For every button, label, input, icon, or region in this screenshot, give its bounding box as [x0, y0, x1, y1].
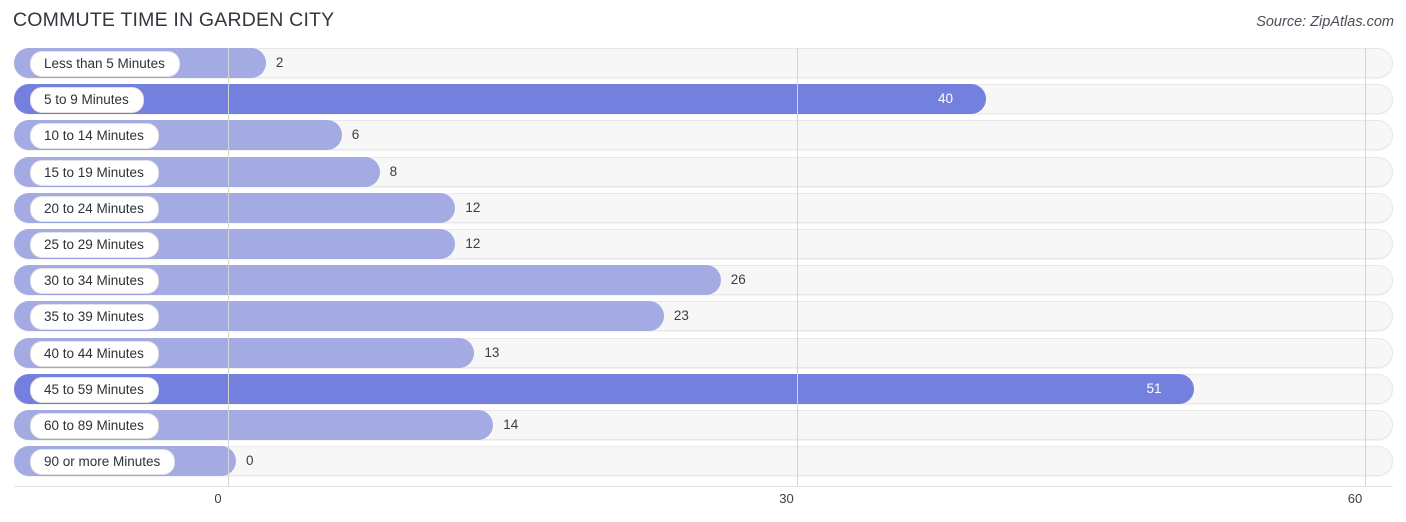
bar-value-label: 2 [275, 55, 284, 70]
bar-value-label: 23 [673, 308, 689, 324]
bar-row[interactable]: 15 to 19 Minutes 8 [0, 156, 1406, 187]
bar-value-label: 13 [484, 344, 500, 360]
bar-category-label: 35 to 39 Minutes [30, 304, 159, 331]
bar-row[interactable]: 25 to 29 Minutes 12 [0, 228, 1406, 259]
bar-value-label-inside: 51 [1146, 380, 1162, 396]
source-attribution: Source: ZipAtlas.com [1256, 14, 1394, 30]
bar-value-label: 6 [351, 127, 360, 143]
bar-rows: Less than 5 Minutes 2 5 to 9 Minutes 40 10 t… [0, 48, 1406, 482]
bar-category-label: 20 to 24 Minutes [30, 195, 159, 222]
bar-category-label: 40 to 44 Minutes [30, 340, 159, 367]
bar-row[interactable]: 60 to 89 Minutes 14 [0, 409, 1406, 440]
chart-container: COMMUTE TIME IN GARDEN CITY Source: ZipA… [0, 0, 1406, 522]
bar-row[interactable]: 35 to 39 Minutes 23 [0, 301, 1406, 332]
bar-value-label-inside: 40 [938, 91, 954, 107]
bar-row[interactable]: 5 to 9 Minutes 40 [0, 84, 1406, 115]
bar-category-label: 90 or more Minutes [30, 449, 176, 476]
bar[interactable] [14, 373, 1195, 404]
bar-value-label: 12 [465, 199, 481, 215]
bar-row[interactable]: 10 to 14 Minutes 6 [0, 120, 1406, 151]
bar-category-label: 45 to 59 Minutes [30, 376, 159, 403]
plot-area: Less than 5 Minutes 2 5 to 9 Minutes 40 10 t… [0, 48, 1406, 486]
bar-value-label: 8 [389, 163, 398, 179]
x-axis: 0 30 60 [0, 472, 1406, 522]
axis-tick-label: 30 [779, 491, 794, 506]
bar[interactable] [14, 84, 986, 115]
bar-value-label: 0 [246, 453, 254, 469]
bar-category-label: 10 to 14 Minutes [30, 123, 159, 150]
bar-category-label: 60 to 89 Minutes [30, 412, 159, 439]
axis-line [14, 486, 1393, 487]
bar-row[interactable]: 20 to 24 Minutes 12 [0, 192, 1406, 223]
bar-category-label: 15 to 19 Minutes [30, 159, 159, 186]
bar-row[interactable]: 45 to 59 Minutes 51 [0, 373, 1406, 404]
bar-category-label: 30 to 34 Minutes [30, 268, 159, 295]
bar-category-label: 5 to 9 Minutes [30, 87, 144, 114]
axis-tick-label: 0 [214, 491, 222, 506]
bar-row[interactable]: 40 to 44 Minutes 13 [0, 337, 1406, 368]
bar-row[interactable]: 90 or more Minutes 0 [0, 446, 1406, 477]
bar-row[interactable]: 30 to 34 Minutes 26 [0, 265, 1406, 296]
bar-category-label: 25 to 29 Minutes [30, 231, 159, 258]
bar-value-label: 14 [503, 416, 519, 432]
page-title: COMMUTE TIME IN GARDEN CITY [13, 9, 335, 31]
bar-category-label: Less than 5 Minutes [30, 51, 180, 77]
bar-row[interactable]: Less than 5 Minutes 2 [0, 48, 1406, 78]
axis-tick-label: 60 [1347, 491, 1363, 506]
bar-value-label: 26 [730, 272, 746, 288]
bar-value-label: 12 [465, 235, 481, 251]
